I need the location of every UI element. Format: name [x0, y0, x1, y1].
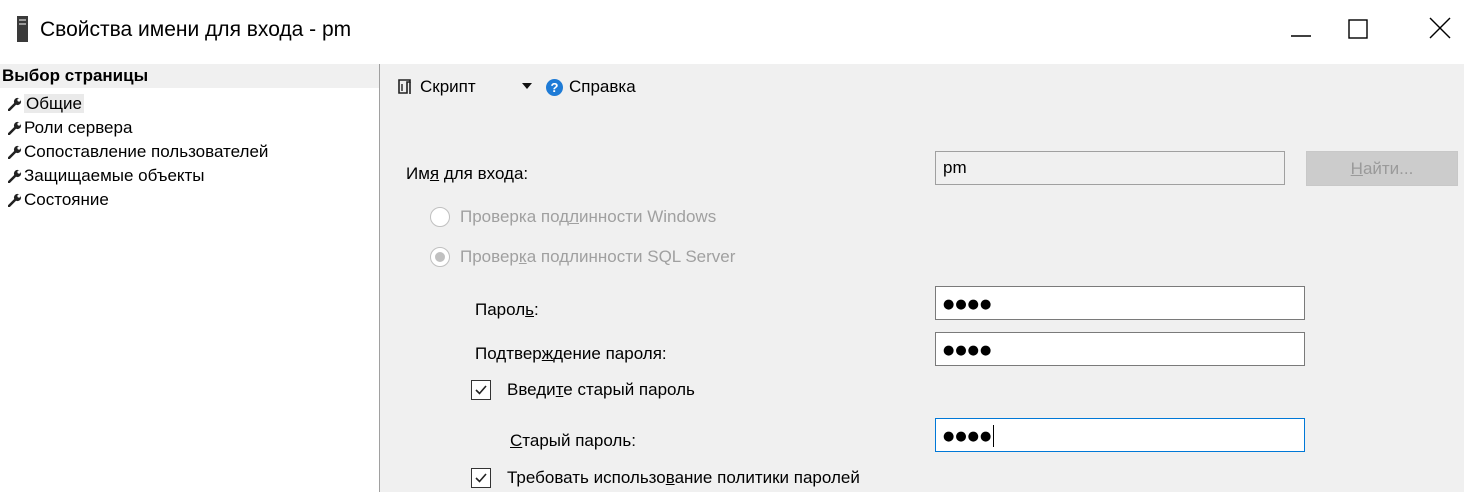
checkmark-icon [475, 385, 487, 395]
page-list: Общие Роли сервера Сопоставление пользов… [0, 92, 268, 212]
wrench-icon [8, 145, 22, 159]
nav-item-user-mapping[interactable]: Сопоставление пользователей [0, 140, 268, 164]
enforce-policy-checkbox[interactable] [471, 468, 491, 488]
old-password-value: ●●●● [943, 429, 993, 444]
nav-item-label: Защищаемые объекты [24, 166, 205, 185]
nav-item-securables[interactable]: Защищаемые объекты [0, 164, 268, 188]
minimize-icon [1291, 35, 1311, 37]
confirm-password-value: ●●●● [943, 343, 993, 358]
sql-auth-radio[interactable] [430, 247, 450, 267]
nav-item-label: Сопоставление пользователей [24, 142, 269, 161]
nav-item-general[interactable]: Общие [0, 92, 268, 116]
script-icon [398, 79, 411, 94]
login-name-field[interactable]: pm [935, 151, 1285, 185]
find-button[interactable]: Найти... [1306, 151, 1458, 186]
password-label: Пароль: [475, 300, 539, 319]
enter-old-password-checkbox[interactable] [471, 380, 491, 400]
close-button[interactable] [1424, 12, 1464, 48]
help-button[interactable]: ? Справка [546, 74, 636, 100]
nav-item-label: Общие [24, 94, 84, 113]
wrench-icon [8, 121, 22, 135]
help-icon: ? [546, 78, 563, 96]
window-title: Свойства имени для входа - pm [40, 18, 352, 41]
login-name-label: Имя для входа: [406, 164, 529, 183]
script-button[interactable]: Скрипт [396, 74, 476, 100]
dropdown-arrow-icon[interactable] [521, 81, 533, 91]
nav-item-label: Роли сервера [24, 118, 133, 137]
wrench-icon [8, 97, 22, 111]
password-value: ●●●● [943, 297, 993, 312]
old-password-field[interactable]: ●●●● [935, 418, 1305, 452]
nav-item-status[interactable]: Состояние [0, 188, 268, 212]
confirm-password-label: Подтверждение пароля: [475, 344, 667, 363]
wrench-icon [8, 169, 22, 183]
general-page-content: Имя для входа: pm Найти... Проверка подл… [380, 128, 1464, 492]
nav-item-server-roles[interactable]: Роли сервера [0, 116, 268, 140]
windows-auth-radio[interactable] [430, 207, 450, 227]
checkmark-icon [475, 473, 487, 483]
sql-auth-label: Проверка подлинности SQL Server [460, 247, 736, 266]
password-field[interactable]: ●●●● [935, 286, 1305, 320]
script-label: Скрипт [420, 77, 476, 96]
toolbar: Скрипт ? Справка [380, 64, 1464, 128]
close-icon [1429, 17, 1451, 39]
confirm-password-field[interactable]: ●●●● [935, 332, 1305, 366]
title-bar: Свойства имени для входа - pm [0, 0, 1464, 64]
text-caret [993, 424, 995, 447]
login-name-value: pm [943, 158, 967, 177]
enter-old-password-label: Введите старый пароль [507, 380, 695, 399]
old-password-label: Старый пароль: [510, 431, 636, 450]
maximize-icon [1348, 19, 1368, 39]
app-icon [17, 16, 28, 42]
help-label: Справка [569, 77, 636, 96]
wrench-icon [8, 193, 22, 207]
page-selector-header: Выбор страницы [0, 64, 379, 88]
page-selector-panel: Выбор страницы Общие Роли сервера Сопост… [0, 64, 380, 492]
maximize-button[interactable] [1341, 12, 1381, 48]
nav-item-label: Состояние [24, 190, 109, 209]
enforce-policy-label: Требовать использование политики паролей [507, 468, 860, 487]
windows-auth-label: Проверка подлинности Windows [460, 207, 717, 226]
minimize-button[interactable] [1283, 12, 1323, 48]
